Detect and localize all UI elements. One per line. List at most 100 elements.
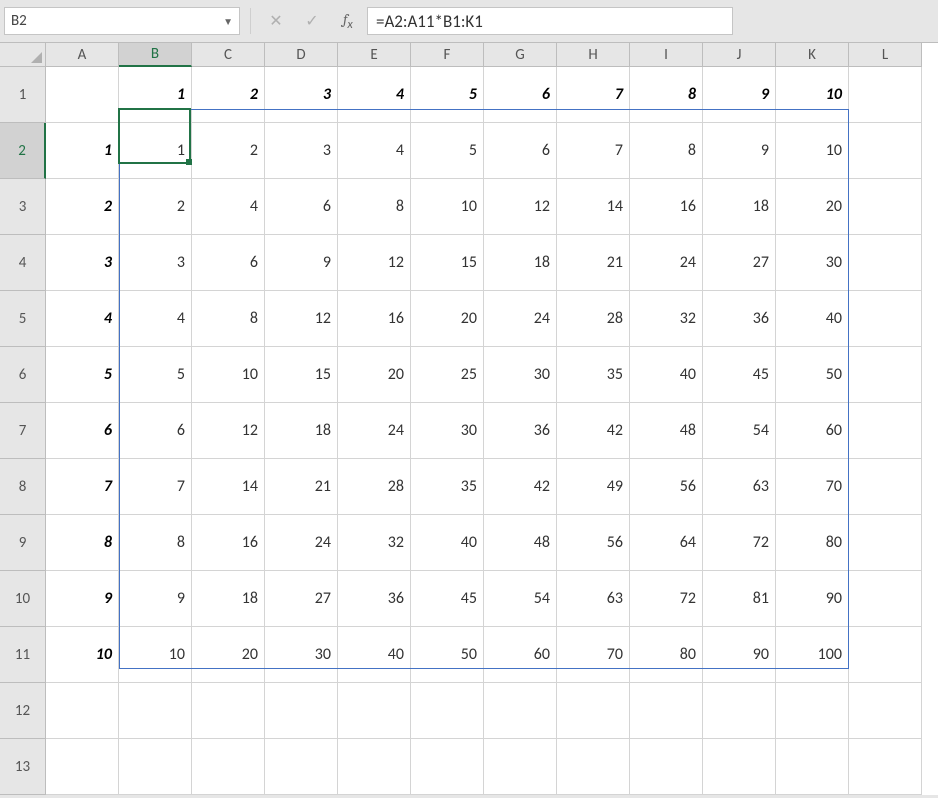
cell-J11[interactable]: 90 <box>703 627 776 683</box>
cell-I12[interactable] <box>630 683 703 739</box>
cell-J7[interactable]: 54 <box>703 403 776 459</box>
cell-E1[interactable]: 4 <box>338 67 411 123</box>
cell-E11[interactable]: 40 <box>338 627 411 683</box>
cell-I7[interactable]: 48 <box>630 403 703 459</box>
cell-B2[interactable]: 1 <box>119 123 192 179</box>
cell-F13[interactable] <box>411 739 484 795</box>
cell-K8[interactable]: 70 <box>776 459 849 515</box>
cell-D2[interactable]: 3 <box>265 123 338 179</box>
cell-C7[interactable]: 12 <box>192 403 265 459</box>
cell-J10[interactable]: 81 <box>703 571 776 627</box>
cell-K13[interactable] <box>776 739 849 795</box>
cell-I3[interactable]: 16 <box>630 179 703 235</box>
column-header-B[interactable]: B <box>119 43 192 67</box>
cell-I4[interactable]: 24 <box>630 235 703 291</box>
name-box-dropdown-icon[interactable]: ▼ <box>223 15 233 28</box>
cell-I2[interactable]: 8 <box>630 123 703 179</box>
cell-G4[interactable]: 18 <box>484 235 557 291</box>
cell-B11[interactable]: 10 <box>119 627 192 683</box>
cell-B8[interactable]: 7 <box>119 459 192 515</box>
cell-E2[interactable]: 4 <box>338 123 411 179</box>
cell-E6[interactable]: 20 <box>338 347 411 403</box>
select-all-corner[interactable] <box>0 43 46 67</box>
cell-L4[interactable] <box>849 235 922 291</box>
cell-C3[interactable]: 4 <box>192 179 265 235</box>
cell-I11[interactable]: 80 <box>630 627 703 683</box>
cell-L7[interactable] <box>849 403 922 459</box>
cell-L13[interactable] <box>849 739 922 795</box>
cell-I10[interactable]: 72 <box>630 571 703 627</box>
cell-F5[interactable]: 20 <box>411 291 484 347</box>
cell-C13[interactable] <box>192 739 265 795</box>
column-header-E[interactable]: E <box>338 43 411 67</box>
cell-F10[interactable]: 45 <box>411 571 484 627</box>
cell-C1[interactable]: 2 <box>192 67 265 123</box>
cell-I5[interactable]: 32 <box>630 291 703 347</box>
cell-E8[interactable]: 28 <box>338 459 411 515</box>
cell-L1[interactable] <box>849 67 922 123</box>
cancel-icon[interactable]: ✕ <box>267 11 285 31</box>
cell-F3[interactable]: 10 <box>411 179 484 235</box>
cell-C9[interactable]: 16 <box>192 515 265 571</box>
cell-K6[interactable]: 50 <box>776 347 849 403</box>
cell-A1[interactable] <box>46 67 119 123</box>
cell-J6[interactable]: 45 <box>703 347 776 403</box>
cell-K10[interactable]: 90 <box>776 571 849 627</box>
row-header-4[interactable]: 4 <box>0 235 46 291</box>
cell-K7[interactable]: 60 <box>776 403 849 459</box>
cell-A2[interactable]: 1 <box>46 123 119 179</box>
cell-G1[interactable]: 6 <box>484 67 557 123</box>
cell-G13[interactable] <box>484 739 557 795</box>
row-header-8[interactable]: 8 <box>0 459 46 515</box>
cell-D12[interactable] <box>265 683 338 739</box>
cell-G8[interactable]: 42 <box>484 459 557 515</box>
cell-D4[interactable]: 9 <box>265 235 338 291</box>
cell-E7[interactable]: 24 <box>338 403 411 459</box>
cell-L3[interactable] <box>849 179 922 235</box>
cell-C4[interactable]: 6 <box>192 235 265 291</box>
row-header-5[interactable]: 5 <box>0 291 46 347</box>
cell-G3[interactable]: 12 <box>484 179 557 235</box>
cell-J8[interactable]: 63 <box>703 459 776 515</box>
cell-F8[interactable]: 35 <box>411 459 484 515</box>
cell-D10[interactable]: 27 <box>265 571 338 627</box>
cell-K9[interactable]: 80 <box>776 515 849 571</box>
cell-J4[interactable]: 27 <box>703 235 776 291</box>
cell-D5[interactable]: 12 <box>265 291 338 347</box>
cell-L9[interactable] <box>849 515 922 571</box>
cell-C2[interactable]: 2 <box>192 123 265 179</box>
cell-A7[interactable]: 6 <box>46 403 119 459</box>
cell-C8[interactable]: 14 <box>192 459 265 515</box>
cell-A13[interactable] <box>46 739 119 795</box>
column-header-H[interactable]: H <box>557 43 630 67</box>
cell-H3[interactable]: 14 <box>557 179 630 235</box>
cell-E13[interactable] <box>338 739 411 795</box>
cell-D8[interactable]: 21 <box>265 459 338 515</box>
cell-H2[interactable]: 7 <box>557 123 630 179</box>
cell-F2[interactable]: 5 <box>411 123 484 179</box>
cell-J13[interactable] <box>703 739 776 795</box>
cell-J3[interactable]: 18 <box>703 179 776 235</box>
column-header-A[interactable]: A <box>46 43 119 67</box>
column-header-J[interactable]: J <box>703 43 776 67</box>
cell-K4[interactable]: 30 <box>776 235 849 291</box>
cell-E5[interactable]: 16 <box>338 291 411 347</box>
insert-function-icon[interactable]: fx <box>339 10 357 32</box>
name-box[interactable]: B2 ▼ <box>4 7 240 35</box>
cell-L2[interactable] <box>849 123 922 179</box>
column-header-K[interactable]: K <box>776 43 849 67</box>
cell-I13[interactable] <box>630 739 703 795</box>
cell-G6[interactable]: 30 <box>484 347 557 403</box>
cell-A12[interactable] <box>46 683 119 739</box>
cell-B10[interactable]: 9 <box>119 571 192 627</box>
cell-L8[interactable] <box>849 459 922 515</box>
cell-K3[interactable]: 20 <box>776 179 849 235</box>
cell-D11[interactable]: 30 <box>265 627 338 683</box>
cell-A9[interactable]: 8 <box>46 515 119 571</box>
cell-D13[interactable] <box>265 739 338 795</box>
row-header-11[interactable]: 11 <box>0 627 46 683</box>
cell-D7[interactable]: 18 <box>265 403 338 459</box>
cell-K11[interactable]: 100 <box>776 627 849 683</box>
cell-F11[interactable]: 50 <box>411 627 484 683</box>
cell-F9[interactable]: 40 <box>411 515 484 571</box>
